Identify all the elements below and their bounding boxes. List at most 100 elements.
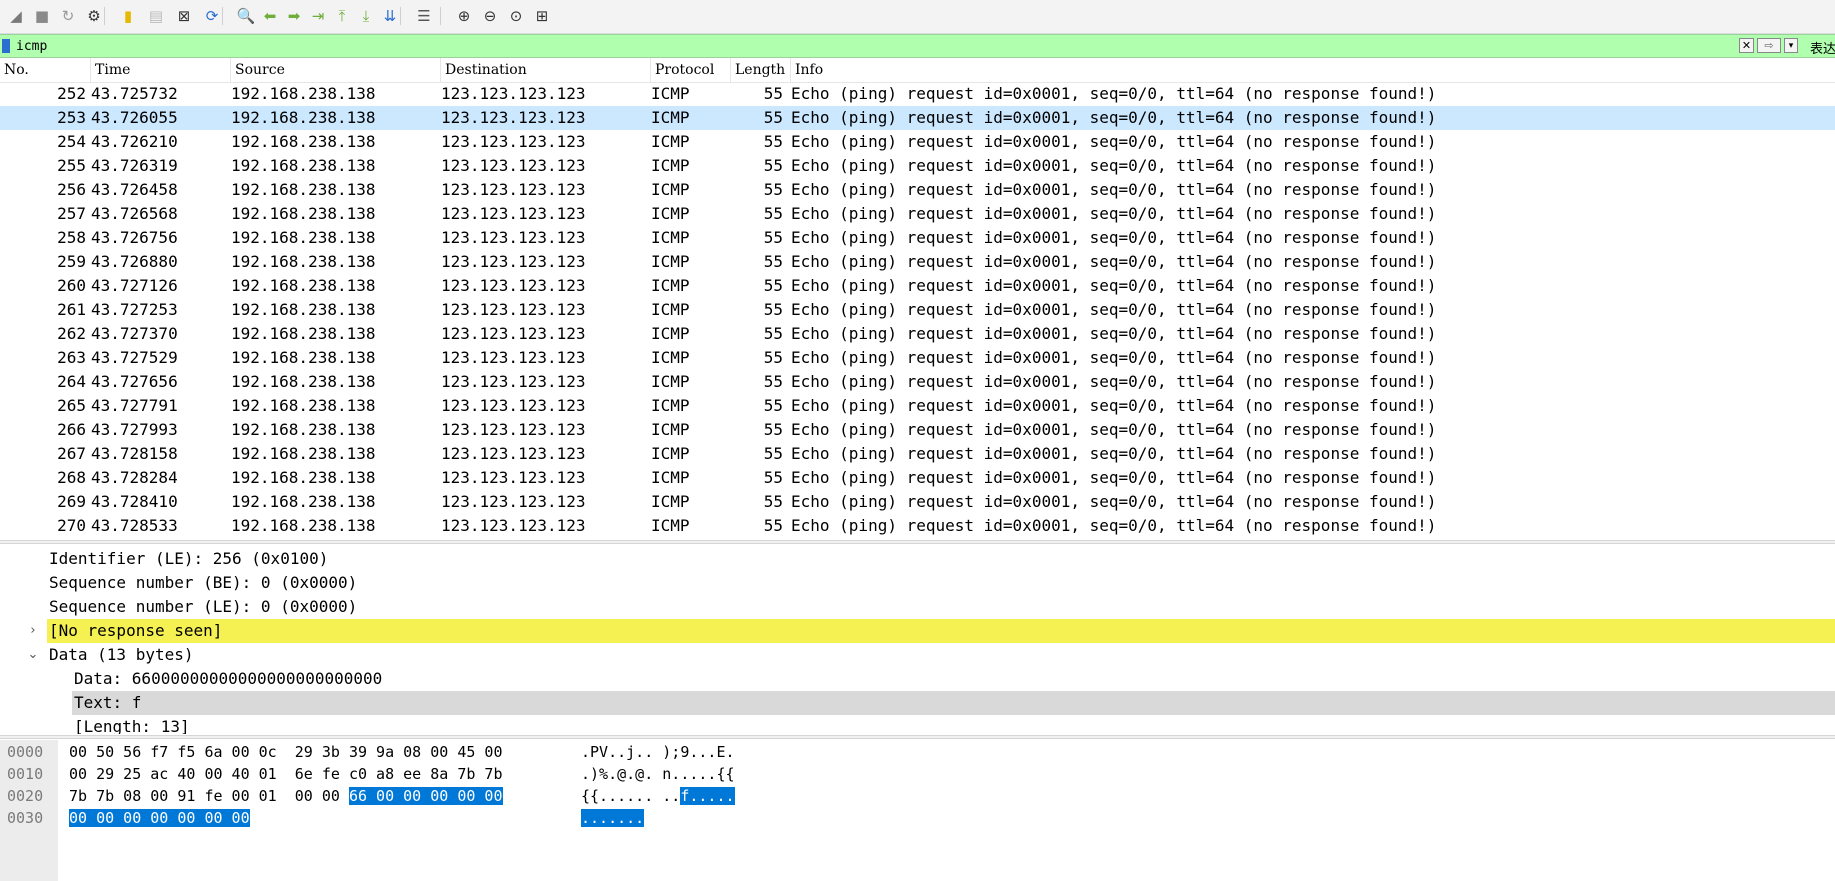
- hex-line: 0010 00 29 25 ac 40 00 40 01 6e fe c0 a8 …: [0, 763, 1835, 785]
- packet-length: 55: [763, 516, 783, 535]
- find-packet-icon[interactable]: 🔍: [236, 6, 256, 26]
- detail-tree-item[interactable]: ⌄ Data (13 bytes): [0, 643, 1835, 667]
- zoom-in-icon[interactable]: ⊕: [454, 6, 474, 26]
- go-forward-icon[interactable]: ➡: [284, 6, 304, 26]
- hex-offset: 0030: [7, 809, 44, 827]
- packet-length: 55: [763, 84, 783, 103]
- packet-length: 55: [763, 444, 783, 463]
- packet-row[interactable]: 259 43.726880 192.168.238.138 123.123.123.1…: [0, 250, 1835, 274]
- packet-row[interactable]: 267 43.728158 192.168.238.138 123.123.123.1…: [0, 442, 1835, 466]
- packet-source: 192.168.238.138: [231, 252, 376, 271]
- first-packet-icon[interactable]: ⤒: [332, 6, 352, 26]
- packet-row[interactable]: 268 43.728284 192.168.238.138 123.123.123.1…: [0, 466, 1835, 490]
- packet-destination: 123.123.123.123: [441, 300, 586, 319]
- detail-tree-item[interactable]: [Length: 13]: [0, 715, 1835, 734]
- packet-row[interactable]: 260 43.727126 192.168.238.138 123.123.123.1…: [0, 274, 1835, 298]
- packet-source: 192.168.238.138: [231, 180, 376, 199]
- go-to-packet-icon[interactable]: ⇥: [308, 6, 328, 26]
- colorize-icon[interactable]: ☰: [414, 6, 434, 26]
- packet-row[interactable]: 269 43.728410 192.168.238.138 123.123.123.1…: [0, 490, 1835, 514]
- apply-filter-icon[interactable]: ⇨: [1757, 38, 1781, 53]
- packet-row[interactable]: 265 43.727791 192.168.238.138 123.123.123.1…: [0, 394, 1835, 418]
- packet-protocol: ICMP: [651, 228, 690, 247]
- column-header-info[interactable]: Info: [791, 58, 1835, 82]
- packet-no: 262: [57, 324, 86, 343]
- column-header-source[interactable]: Source: [231, 58, 441, 82]
- hex-bytes[interactable]: 7b 7b 08 00 91 fe 00 01 00 00 66 00 00 0…: [69, 785, 503, 807]
- detail-tree-item[interactable]: Sequence number (LE): 0 (0x0000): [0, 595, 1835, 619]
- detail-tree-item[interactable]: Text: f: [0, 691, 1835, 715]
- last-packet-icon[interactable]: ⤓: [356, 6, 376, 26]
- packet-destination: 123.123.123.123: [441, 420, 586, 439]
- reload-file-icon[interactable]: ⟳: [202, 6, 222, 26]
- column-header-length[interactable]: Length: [731, 58, 791, 82]
- resize-columns-icon[interactable]: ⊞: [532, 6, 552, 26]
- packet-length: 55: [763, 420, 783, 439]
- packet-no: 265: [57, 396, 86, 415]
- packet-protocol: ICMP: [651, 276, 690, 295]
- packet-row[interactable]: 255 43.726319 192.168.238.138 123.123.123.1…: [0, 154, 1835, 178]
- hex-ascii[interactable]: .)%.@.@. n.....{{: [581, 763, 735, 785]
- packet-source: 192.168.238.138: [231, 108, 376, 127]
- filter-expression-button[interactable]: 表达: [1810, 38, 1835, 57]
- packet-row[interactable]: 262 43.727370 192.168.238.138 123.123.123.1…: [0, 322, 1835, 346]
- packet-row[interactable]: 264 43.727656 192.168.238.138 123.123.123.1…: [0, 370, 1835, 394]
- packet-row[interactable]: 256 43.726458 192.168.238.138 123.123.123.1…: [0, 178, 1835, 202]
- column-header-destination[interactable]: Destination: [441, 58, 651, 82]
- zoom-out-icon[interactable]: ⊖: [480, 6, 500, 26]
- details-bytes-splitter[interactable]: [0, 735, 1835, 739]
- packet-row[interactable]: 266 43.727993 192.168.238.138 123.123.123.1…: [0, 418, 1835, 442]
- restart-capture-icon[interactable]: ↻: [58, 6, 78, 26]
- go-back-icon[interactable]: ⬅: [260, 6, 280, 26]
- packet-length: 55: [763, 396, 783, 415]
- packet-protocol: ICMP: [651, 132, 690, 151]
- column-header-no[interactable]: No.: [0, 58, 91, 82]
- normal-size-icon[interactable]: ⊙: [506, 6, 526, 26]
- packet-row[interactable]: 258 43.726756 192.168.238.138 123.123.123.1…: [0, 226, 1835, 250]
- packet-protocol: ICMP: [651, 84, 690, 103]
- packet-destination: 123.123.123.123: [441, 468, 586, 487]
- filter-history-dropdown-icon[interactable]: ▾: [1784, 38, 1798, 53]
- detail-tree-item[interactable]: Sequence number (BE): 0 (0x0000): [0, 571, 1835, 595]
- detail-tree-item[interactable]: Identifier (LE): 256 (0x0100): [0, 547, 1835, 571]
- hex-ascii[interactable]: .PV..j.. );9...E.: [581, 741, 735, 763]
- packet-protocol: ICMP: [651, 324, 690, 343]
- column-header-protocol[interactable]: Protocol: [651, 58, 731, 82]
- filter-bookmark-icon[interactable]: [2, 39, 10, 53]
- packet-row[interactable]: 257 43.726568 192.168.238.138 123.123.123.1…: [0, 202, 1835, 226]
- collapse-arrow-icon[interactable]: ⌄: [26, 643, 40, 667]
- open-file-icon[interactable]: ▮: [118, 6, 138, 26]
- list-details-splitter[interactable]: [0, 540, 1835, 544]
- expand-arrow-icon[interactable]: ›: [26, 619, 40, 643]
- start-capture-icon[interactable]: ◢: [6, 6, 26, 26]
- capture-options-icon[interactable]: ⚙: [84, 6, 104, 26]
- packet-row[interactable]: 253 43.726055 192.168.238.138 123.123.123.1…: [0, 106, 1835, 130]
- column-header-time[interactable]: Time: [91, 58, 231, 82]
- packet-row[interactable]: 261 43.727253 192.168.238.138 123.123.123.1…: [0, 298, 1835, 322]
- hex-bytes[interactable]: 00 00 00 00 00 00 00: [69, 807, 250, 829]
- packet-row[interactable]: 254 43.726210 192.168.238.138 123.123.123.1…: [0, 130, 1835, 154]
- close-file-icon[interactable]: ⊠: [174, 6, 194, 26]
- save-file-icon[interactable]: ▤: [146, 6, 166, 26]
- display-filter-input[interactable]: [16, 37, 1716, 55]
- packet-row[interactable]: 263 43.727529 192.168.238.138 123.123.123.1…: [0, 346, 1835, 370]
- packet-destination: 123.123.123.123: [441, 324, 586, 343]
- hex-bytes[interactable]: 00 29 25 ac 40 00 40 01 6e fe c0 a8 ee 8…: [69, 763, 502, 785]
- auto-scroll-icon[interactable]: ⇊: [380, 6, 400, 26]
- clear-filter-icon[interactable]: ✕: [1739, 38, 1754, 53]
- detail-tree-item[interactable]: Data: 66000000000000000000000000: [0, 667, 1835, 691]
- packet-row[interactable]: 252 43.725732 192.168.238.138 123.123.123.1…: [0, 82, 1835, 106]
- hex-ascii[interactable]: {{...... ..f.....: [581, 785, 735, 807]
- toolbar-separator: [440, 7, 441, 25]
- detail-text: Text: f: [74, 693, 142, 712]
- stop-capture-icon[interactable]: ■: [32, 6, 52, 26]
- detail-tree-item[interactable]: › [No response seen]: [0, 619, 1835, 643]
- display-filter-bar: ✕ ⇨ ▾ 表达: [0, 34, 1835, 58]
- packet-row[interactable]: 270 43.728533 192.168.238.138 123.123.123.1…: [0, 514, 1835, 538]
- hex-ascii[interactable]: .......: [581, 807, 645, 829]
- toolbar-separator: [400, 7, 401, 25]
- hex-line: 0030 00 00 00 00 00 00 00.......: [0, 807, 1835, 829]
- packet-source: 192.168.238.138: [231, 492, 376, 511]
- packet-destination: 123.123.123.123: [441, 348, 586, 367]
- hex-bytes[interactable]: 00 50 56 f7 f5 6a 00 0c 29 3b 39 9a 08 0…: [69, 741, 502, 763]
